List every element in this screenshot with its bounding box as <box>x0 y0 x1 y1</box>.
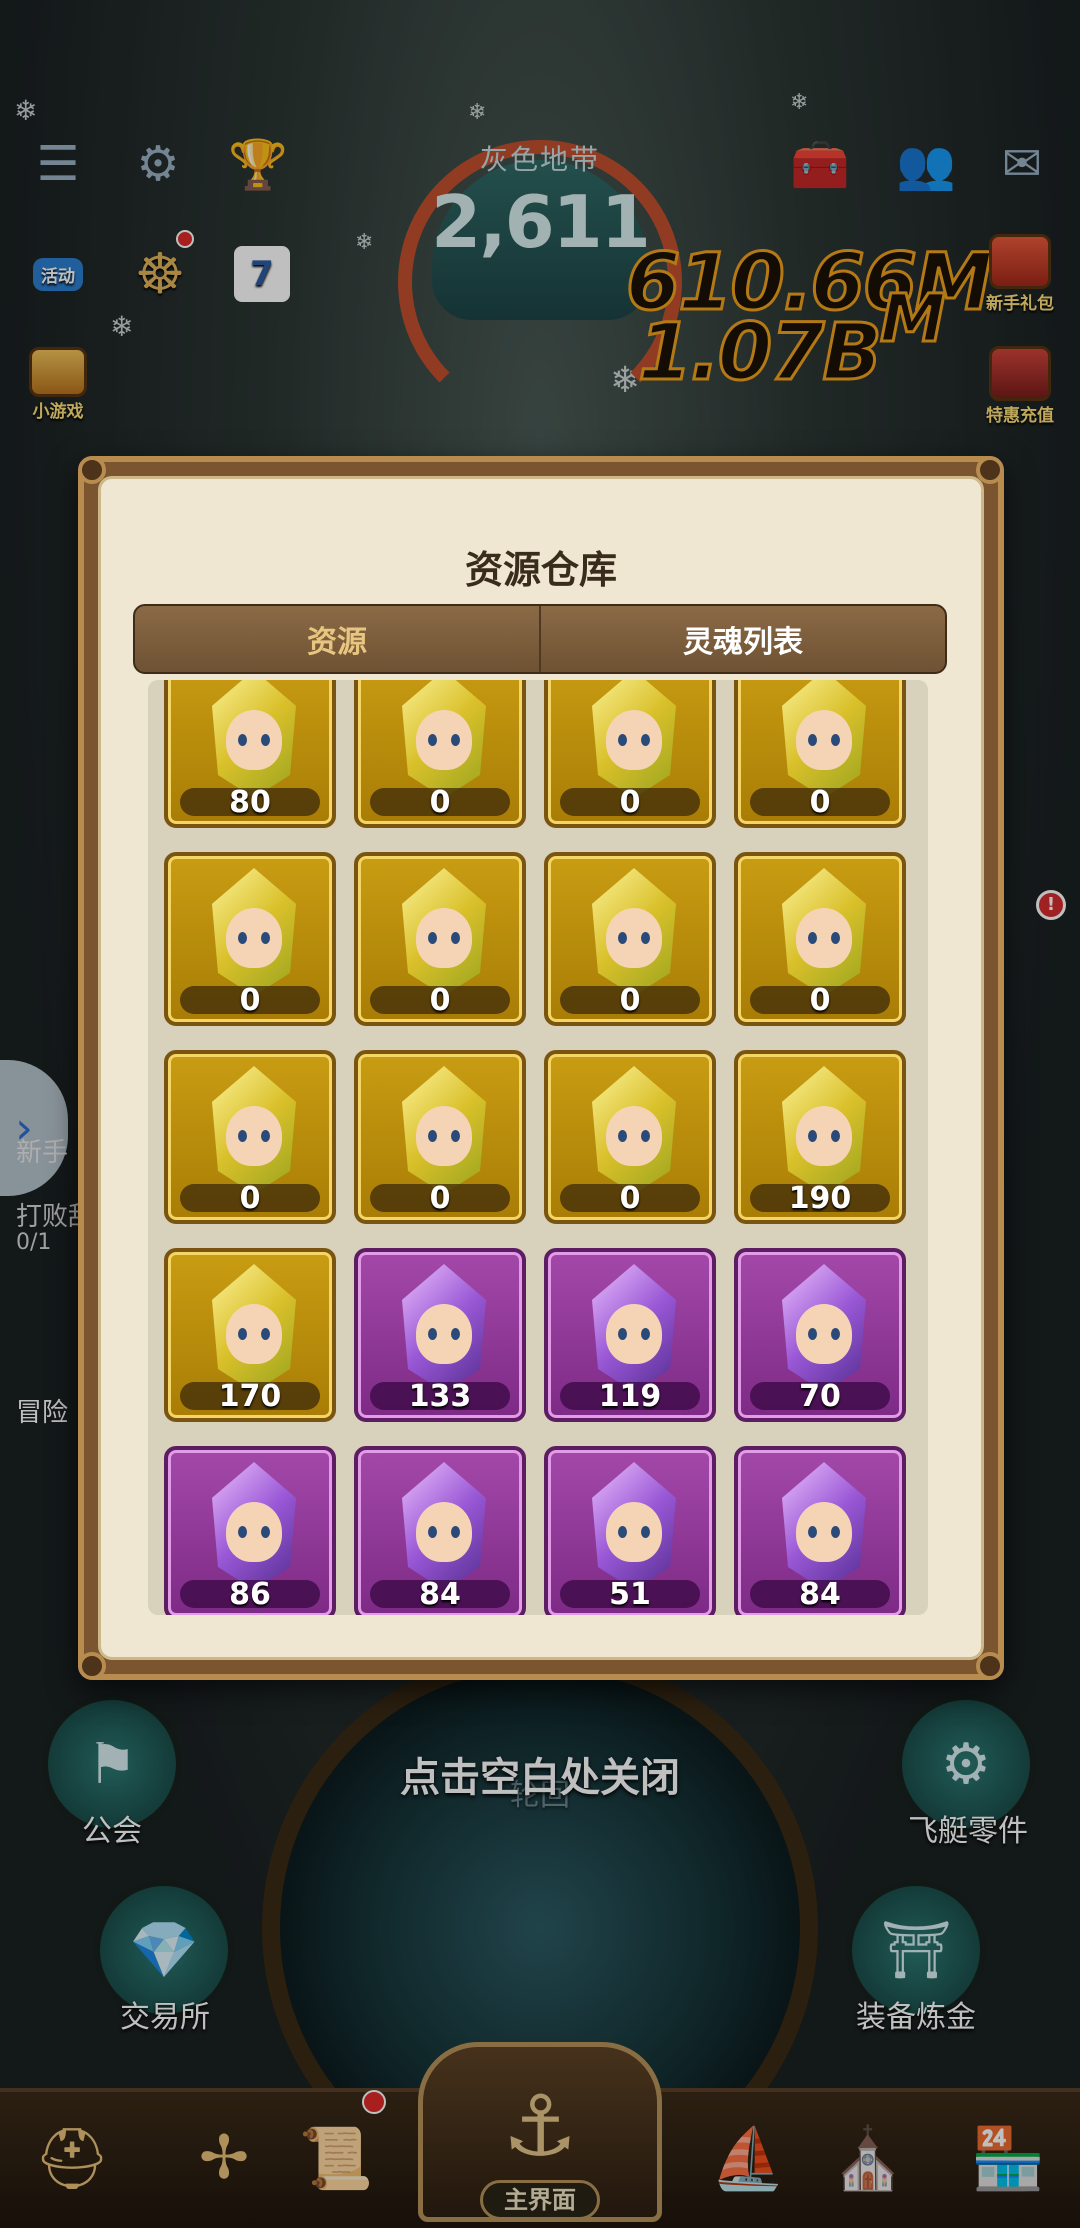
corner-rivet <box>78 456 106 484</box>
soul-item[interactable]: 0 <box>544 852 716 1026</box>
hero-portrait <box>416 1502 472 1562</box>
hero-portrait <box>796 1304 852 1364</box>
hero-portrait <box>606 1304 662 1364</box>
soul-item[interactable]: 133 <box>354 1248 526 1422</box>
corner-rivet <box>976 456 1004 484</box>
hero-portrait <box>416 1106 472 1166</box>
hero-portrait <box>416 710 472 770</box>
hero-portrait <box>796 710 852 770</box>
soul-count: 0 <box>429 785 451 820</box>
soul-item[interactable]: 0 <box>354 852 526 1026</box>
soul-count: 133 <box>408 1379 472 1414</box>
soul-count: 86 <box>229 1577 271 1612</box>
soul-item[interactable]: 84 <box>734 1446 906 1615</box>
soul-item[interactable]: 170 <box>164 1248 336 1422</box>
soul-item[interactable]: 0 <box>734 852 906 1026</box>
hero-portrait <box>416 908 472 968</box>
soul-item[interactable]: 86 <box>164 1446 336 1615</box>
soul-list-scroll[interactable]: 80 0 0 0 0 0 0 0 0 0 0 190 170 133 119 70 86 84 51 84 <box>148 680 928 1615</box>
hero-portrait <box>226 908 282 968</box>
hero-portrait <box>606 1502 662 1562</box>
dialog-tabs: 资源 灵魂列表 <box>133 604 947 674</box>
soul-count: 84 <box>419 1577 461 1612</box>
hero-portrait <box>606 1106 662 1166</box>
soul-count: 70 <box>799 1379 841 1414</box>
soul-count: 170 <box>218 1379 282 1414</box>
hero-portrait <box>796 1106 852 1166</box>
soul-count: 0 <box>429 1181 451 1216</box>
hero-portrait <box>606 908 662 968</box>
soul-count: 80 <box>229 785 271 820</box>
hero-portrait <box>796 1502 852 1562</box>
hero-portrait <box>606 710 662 770</box>
soul-count: 84 <box>799 1577 841 1612</box>
soul-count: 0 <box>619 1181 641 1216</box>
soul-item[interactable]: 84 <box>354 1446 526 1615</box>
soul-item[interactable]: 0 <box>164 852 336 1026</box>
soul-item[interactable]: 0 <box>734 680 906 828</box>
soul-item[interactable]: 0 <box>354 1050 526 1224</box>
soul-count: 190 <box>788 1181 852 1216</box>
hero-portrait <box>226 1106 282 1166</box>
soul-count: 0 <box>619 785 641 820</box>
soul-item[interactable]: 119 <box>544 1248 716 1422</box>
hero-portrait <box>226 1304 282 1364</box>
soul-count: 119 <box>598 1379 662 1414</box>
soul-item[interactable]: 0 <box>164 1050 336 1224</box>
soul-count: 0 <box>239 1181 261 1216</box>
soul-grid: 80 0 0 0 0 0 0 0 0 0 0 190 170 133 119 70 86 84 51 84 <box>164 680 906 1615</box>
corner-rivet <box>976 1652 1004 1680</box>
dialog-title: 资源仓库 <box>464 548 617 592</box>
soul-count: 51 <box>609 1577 651 1612</box>
hero-portrait <box>226 710 282 770</box>
soul-count: 0 <box>619 983 641 1018</box>
soul-item[interactable]: 190 <box>734 1050 906 1224</box>
soul-count: 0 <box>809 983 831 1018</box>
hero-portrait <box>796 908 852 968</box>
soul-count: 0 <box>239 983 261 1018</box>
soul-count: 0 <box>429 983 451 1018</box>
soul-item[interactable]: 0 <box>354 680 526 828</box>
hero-portrait <box>416 1304 472 1364</box>
tab-resources[interactable]: 资源 <box>135 606 539 672</box>
soul-item[interactable]: 51 <box>544 1446 716 1615</box>
soul-item[interactable]: 80 <box>164 680 336 828</box>
corner-rivet <box>78 1652 106 1680</box>
soul-count: 0 <box>809 785 831 820</box>
soul-item[interactable]: 70 <box>734 1248 906 1422</box>
soul-item[interactable]: 0 <box>544 680 716 828</box>
soul-item[interactable]: 0 <box>544 1050 716 1224</box>
tab-soul-list[interactable]: 灵魂列表 <box>541 606 945 672</box>
hero-portrait <box>226 1502 282 1562</box>
